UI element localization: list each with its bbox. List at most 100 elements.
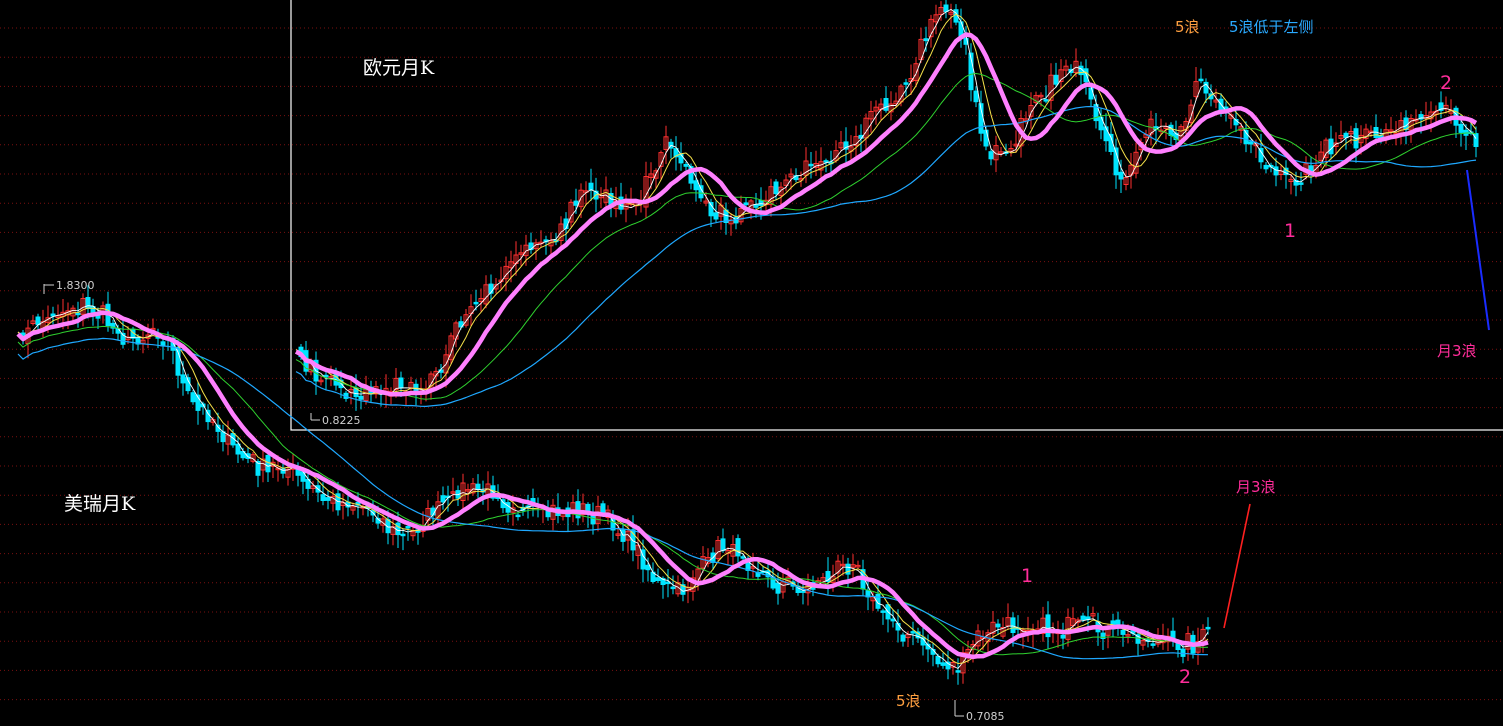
usdchf-candle-body: [995, 623, 1001, 628]
eurusd-candle-body: [773, 181, 779, 195]
eurusd-candle-body: [1043, 99, 1049, 102]
usdchf-candle-body: [400, 533, 406, 537]
eur-wave5-label: 5浪: [1175, 18, 1200, 36]
usdchf-candle-body: [670, 586, 676, 590]
eurusd-candle-body: [743, 202, 749, 206]
eurusd-candle-body: [398, 377, 404, 389]
eur-panel-frame: [290, 0, 1503, 431]
chf-wave1-label: 1: [1021, 565, 1033, 587]
usdchf-candle-body: [735, 538, 741, 557]
usdchf-candle-body: [35, 316, 41, 326]
chf-wave3-arrow: [1223, 503, 1251, 629]
eurusd-candle-body: [573, 200, 579, 206]
chart-canvas: 欧元月K 5浪 5浪低于左侧 1 2 月3浪 0.8225 美瑞月K 1 2 月…: [0, 0, 1503, 723]
usdchf-candle-body: [395, 522, 401, 536]
usdchf-candle-body: [265, 454, 271, 473]
usdchf-candle-body: [325, 497, 331, 501]
chf-wave3-label: 月3浪: [1236, 478, 1276, 496]
usdchf-candle-body: [1205, 626, 1211, 630]
eur-wave5-note: 5浪低于左侧: [1229, 18, 1314, 36]
eurusd-candle-body: [1263, 164, 1269, 170]
eurusd-candle-body: [563, 218, 569, 229]
eurusd-candle-body: [1328, 138, 1334, 155]
usdchf-ma-main-line: [16, 310, 1209, 660]
usdchf-candle-body: [1045, 614, 1051, 638]
eurusd-candle-body: [943, 4, 949, 13]
eurusd-candle-body: [988, 151, 994, 160]
eurusd-candle-body: [1248, 141, 1254, 145]
eurusd-candle-body: [1298, 182, 1304, 185]
usdchf-candle-body: [85, 297, 91, 309]
usdchf-candle-body: [1060, 634, 1066, 639]
usdchf-ma-long-line: [17, 325, 1209, 656]
eurusd-candle-body: [1273, 166, 1279, 176]
eurusd-candle-body: [823, 160, 829, 163]
eurusd-candle-body: [758, 199, 764, 206]
usdchf-candle-body: [900, 634, 906, 642]
eurusd-ma-mid-line: [295, 13, 1477, 395]
usdchf-candle-body: [1180, 648, 1186, 657]
usdchf-candle-body: [1120, 629, 1126, 635]
eurusd-candle-body: [903, 82, 909, 85]
eurusd-candle-body: [973, 90, 979, 103]
chf-low-price: 0.7085: [966, 710, 1005, 723]
usdchf-candle-body: [800, 590, 806, 593]
usdchf-candle-body: [1010, 617, 1016, 634]
usdchf-candle-body: [655, 577, 661, 582]
eurusd-candle-body: [923, 38, 929, 42]
usdchf-candle-body: [1150, 643, 1156, 646]
usdchf-candle-body: [405, 525, 411, 529]
eur-wave1-label: 1: [1284, 220, 1296, 242]
eurusd-candle-body: [808, 163, 814, 167]
usdchf-candle-body: [75, 312, 81, 316]
eurusd-candle-body: [753, 204, 759, 208]
usdchf-candle-body: [180, 374, 186, 384]
eurusd-candle-body: [1198, 78, 1204, 82]
usdchf-candle-body: [220, 431, 226, 443]
usdchf-candle-body: [205, 409, 211, 423]
usdchf-candle-body: [475, 483, 481, 491]
eurusd-candle-body: [358, 395, 364, 400]
eur-chart-title: 欧元月K: [363, 57, 435, 79]
eurusd-candle-body: [1083, 68, 1089, 83]
usdchf-candle-body: [940, 662, 946, 666]
usdchf-candle-body: [910, 631, 916, 634]
usdchf-candle-body: [115, 328, 121, 334]
eurusd-candle-body: [1053, 74, 1059, 85]
eurusd-candle-body: [713, 212, 719, 220]
eur-wave3-arrow: [1466, 169, 1490, 331]
usdchf-candle-body: [775, 582, 781, 594]
eurusd-ma-longer-line: [295, 105, 1477, 407]
usdchf-candle-body: [320, 494, 326, 502]
usdchf-candle-body: [440, 495, 446, 503]
eurusd-candle-body: [683, 164, 689, 167]
eurusd-candle-body: [1458, 123, 1464, 133]
eurusd-candle-body: [473, 301, 479, 305]
usdchf-candle-body: [235, 443, 241, 455]
chf-wave2-label: 2: [1179, 666, 1191, 688]
usdchf-candles: [20, 285, 1211, 685]
chf-wave5-label: 5浪: [896, 692, 921, 710]
eurusd-candle-body: [693, 180, 699, 191]
eurusd-candle-body: [883, 98, 889, 111]
grid-lines: [0, 27, 1503, 701]
eurusd-candle-body: [1118, 171, 1124, 180]
usdchf-candle-body: [190, 392, 196, 403]
eurusd-candle-body: [678, 153, 684, 164]
eur-wave3-label: 月3浪: [1437, 342, 1477, 360]
eurusd-candle-body: [983, 129, 989, 147]
usdchf-candle-body: [1080, 615, 1086, 620]
eur-low-price: 0.8225: [322, 414, 361, 427]
usdchf-candle-body: [515, 514, 521, 518]
eurusd-candle-body: [1168, 124, 1174, 137]
usdchf-candle-body: [880, 610, 886, 613]
chf-chart-title: 美瑞月K: [64, 493, 136, 515]
eur-wave2-label: 2: [1440, 72, 1452, 94]
usdchf-candle-body: [1115, 619, 1121, 625]
usdchf-candle-body: [740, 556, 746, 559]
usdchf-candle-body: [955, 670, 961, 673]
usdchf-candle-body: [935, 655, 941, 665]
eurusd-candle-body: [1473, 133, 1479, 148]
chf-high-price: 1.8300: [56, 279, 95, 292]
usdchf-candle-body: [890, 618, 896, 622]
